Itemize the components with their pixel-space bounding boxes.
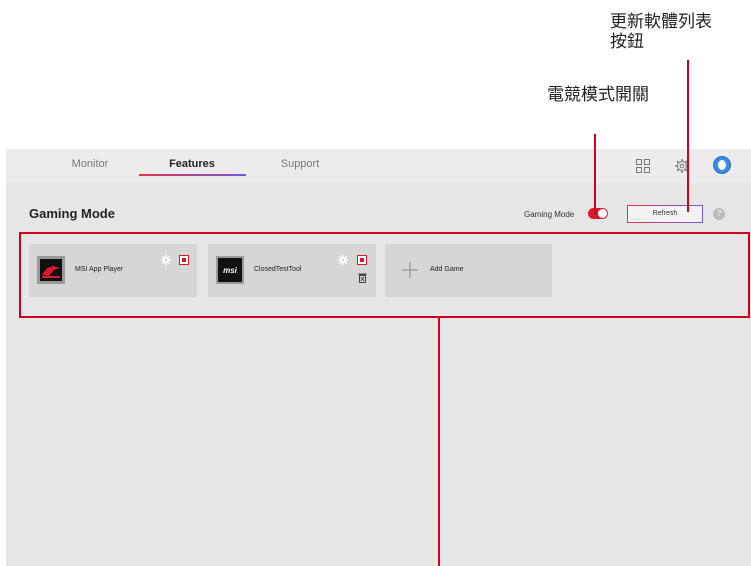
gaming-mode-toggle[interactable] — [588, 208, 608, 219]
callout-line-games-list — [438, 318, 440, 566]
callout-line-gaming-mode — [594, 134, 596, 214]
grid-icon[interactable] — [635, 158, 651, 174]
app-window: Monitor Features Support Gaming Mode Gam… — [6, 149, 751, 566]
tab-features[interactable]: Features — [137, 158, 247, 170]
top-nav: Monitor Features Support — [6, 149, 751, 183]
help-icon[interactable]: ? — [713, 208, 725, 220]
callout-gaming-mode-label: 電競模式開關 — [547, 85, 649, 105]
page-title: Gaming Mode — [29, 206, 115, 221]
active-tab-indicator — [139, 174, 246, 176]
avatar-icon[interactable] — [713, 156, 731, 174]
tab-monitor[interactable]: Monitor — [35, 158, 145, 170]
games-list-highlight — [19, 232, 750, 318]
gaming-mode-label: Gaming Mode — [524, 210, 575, 219]
callout-refresh-label: 更新軟體列表 按鈕 — [610, 12, 712, 52]
page: 更新軟體列表 按鈕 電競模式開關 Monitor Features Suppor… — [0, 0, 751, 566]
refresh-button[interactable]: Refresh — [627, 205, 703, 223]
callout-line-refresh — [687, 60, 689, 212]
tab-support[interactable]: Support — [245, 158, 355, 170]
